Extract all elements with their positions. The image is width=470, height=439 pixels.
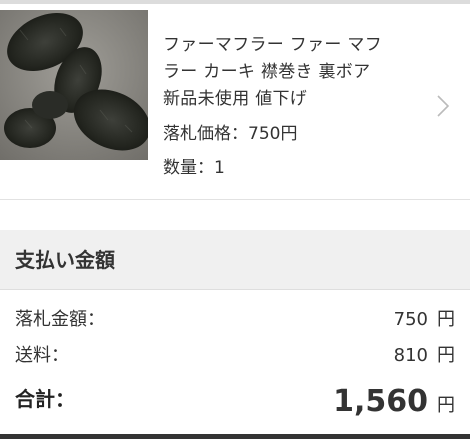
item-title-line-3: 新品未使用 値下げ [163, 89, 308, 109]
item-title-line-2: ラー カーキ 襟巻き 裏ボア [163, 62, 371, 82]
item-thumbnail[interactable] [0, 10, 148, 160]
item-title-line-1: ファーマフラー ファー マフ [163, 35, 383, 55]
shipping-label: 送料： [15, 345, 69, 366]
item-title[interactable]: ファーマフラー ファー マフ ラー カーキ 襟巻き 裏ボア 新品未使用 値下げ [163, 32, 413, 113]
shipping-value: 810 [393, 345, 428, 366]
item-winning-price: 落札価格：750円 [163, 124, 298, 144]
total-value: 1,560 [333, 384, 428, 419]
bottom-divider [0, 434, 470, 439]
shipping-unit: 円 [437, 345, 455, 366]
chevron-right-icon[interactable] [436, 94, 450, 118]
fur-scarf-image [0, 10, 148, 160]
total-unit: 円 [437, 395, 455, 416]
auction-item-card[interactable]: ファーマフラー ファー マフ ラー カーキ 襟巻き 裏ボア 新品未使用 値下げ … [0, 4, 470, 200]
total-label: 合計： [15, 387, 75, 411]
item-quantity: 数量：1 [163, 158, 225, 178]
winning-amount-unit: 円 [437, 309, 455, 330]
winning-amount-label: 落札金額： [15, 309, 105, 330]
payment-section-header: 支払い金額 [0, 230, 470, 290]
winning-amount-value: 750 [393, 309, 428, 330]
payment-section-title: 支払い金額 [15, 248, 115, 272]
